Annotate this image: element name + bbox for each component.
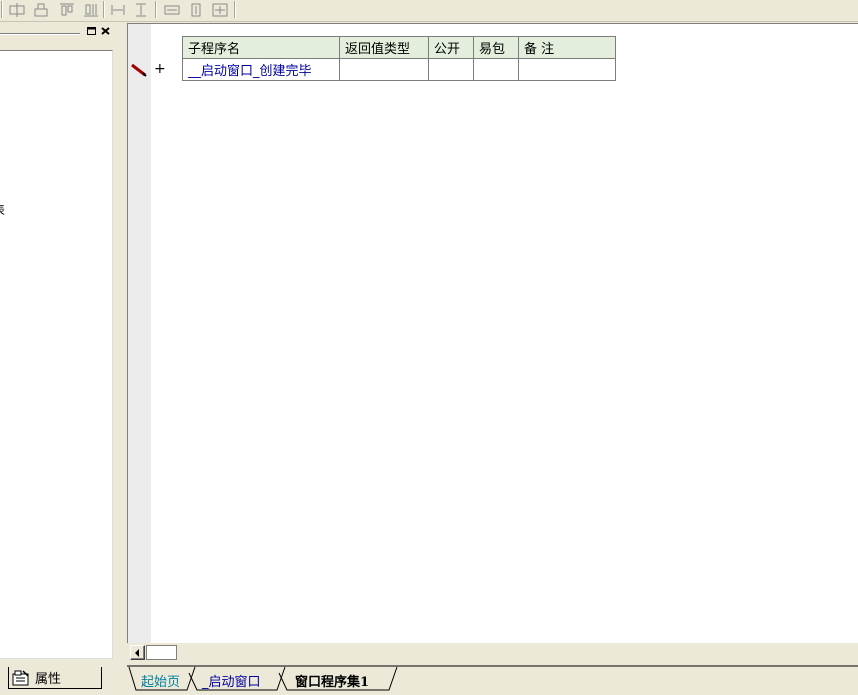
left-panel-tabbar: 属性 (0, 665, 121, 695)
tab-start-page[interactable]: 起始页 (141, 671, 180, 690)
public-cell[interactable] (428, 58, 474, 81)
same-width-icon[interactable] (162, 1, 182, 19)
close-icon[interactable] (100, 27, 111, 38)
horizontal-scrollbar[interactable] (127, 643, 858, 663)
restore-icon[interactable] (86, 27, 97, 38)
panel-cut-text: 表 (0, 201, 5, 218)
code-editor[interactable]: + 子程序名 返回值类型 公开 易包 备 注 __启动窗口_创建完毕 (127, 23, 858, 643)
table-row[interactable]: __启动窗口_创建完毕 (182, 58, 616, 81)
space-vert-icon[interactable] (131, 1, 151, 19)
sub-name-cell[interactable]: __启动窗口_创建完毕 (182, 58, 340, 81)
same-height-icon[interactable] (186, 1, 206, 19)
same-size-icon[interactable] (210, 1, 230, 19)
remark-cell[interactable] (518, 58, 616, 81)
align-left-icon[interactable] (7, 1, 27, 19)
document-tabbar: 起始页 _启动窗口 窗口程序集1 (127, 665, 858, 695)
expand-plus-icon[interactable]: + (154, 62, 166, 76)
editor-gutter (128, 24, 151, 643)
align-top-icon[interactable] (57, 1, 77, 19)
return-type-cell[interactable] (339, 58, 429, 81)
alignment-toolbar (0, 0, 858, 22)
scroll-left-button[interactable] (130, 645, 145, 660)
col-header-public: 公开 (428, 36, 474, 59)
properties-tab[interactable]: 属性 (8, 667, 102, 689)
pen-icon (131, 63, 147, 77)
col-header-return-type: 返回值类型 (339, 36, 429, 59)
panel-titlebar (0, 25, 118, 41)
scroll-track[interactable] (146, 645, 177, 660)
col-header-easy-pkg: 易包 (473, 36, 519, 59)
space-horiz-icon[interactable] (108, 1, 128, 19)
col-header-sub-name: 子程序名 (182, 36, 340, 59)
panel-grip (0, 33, 80, 35)
toolbar-separator (234, 1, 236, 18)
properties-icon (12, 669, 29, 685)
easy-pkg-cell[interactable] (473, 58, 519, 81)
tab-startup-window[interactable]: _启动窗口 (202, 671, 261, 690)
panel-content[interactable]: 表 (0, 50, 113, 659)
table-header-row: 子程序名 返回值类型 公开 易包 备 注 (182, 36, 616, 59)
align-center-icon[interactable] (31, 1, 51, 19)
properties-tab-label: 属性 (35, 672, 62, 687)
col-header-remark: 备 注 (518, 36, 616, 59)
toolbar-separator (103, 1, 105, 18)
align-bottom-icon[interactable] (81, 1, 101, 19)
left-dock-panel: 表 (0, 23, 121, 663)
subroutine-table: 子程序名 返回值类型 公开 易包 备 注 __启动窗口_创建完毕 (182, 36, 616, 81)
toolbar-separator (155, 1, 157, 18)
toolbar-separator (1, 1, 3, 18)
tab-window-assembly[interactable]: 窗口程序集1 (295, 671, 369, 690)
